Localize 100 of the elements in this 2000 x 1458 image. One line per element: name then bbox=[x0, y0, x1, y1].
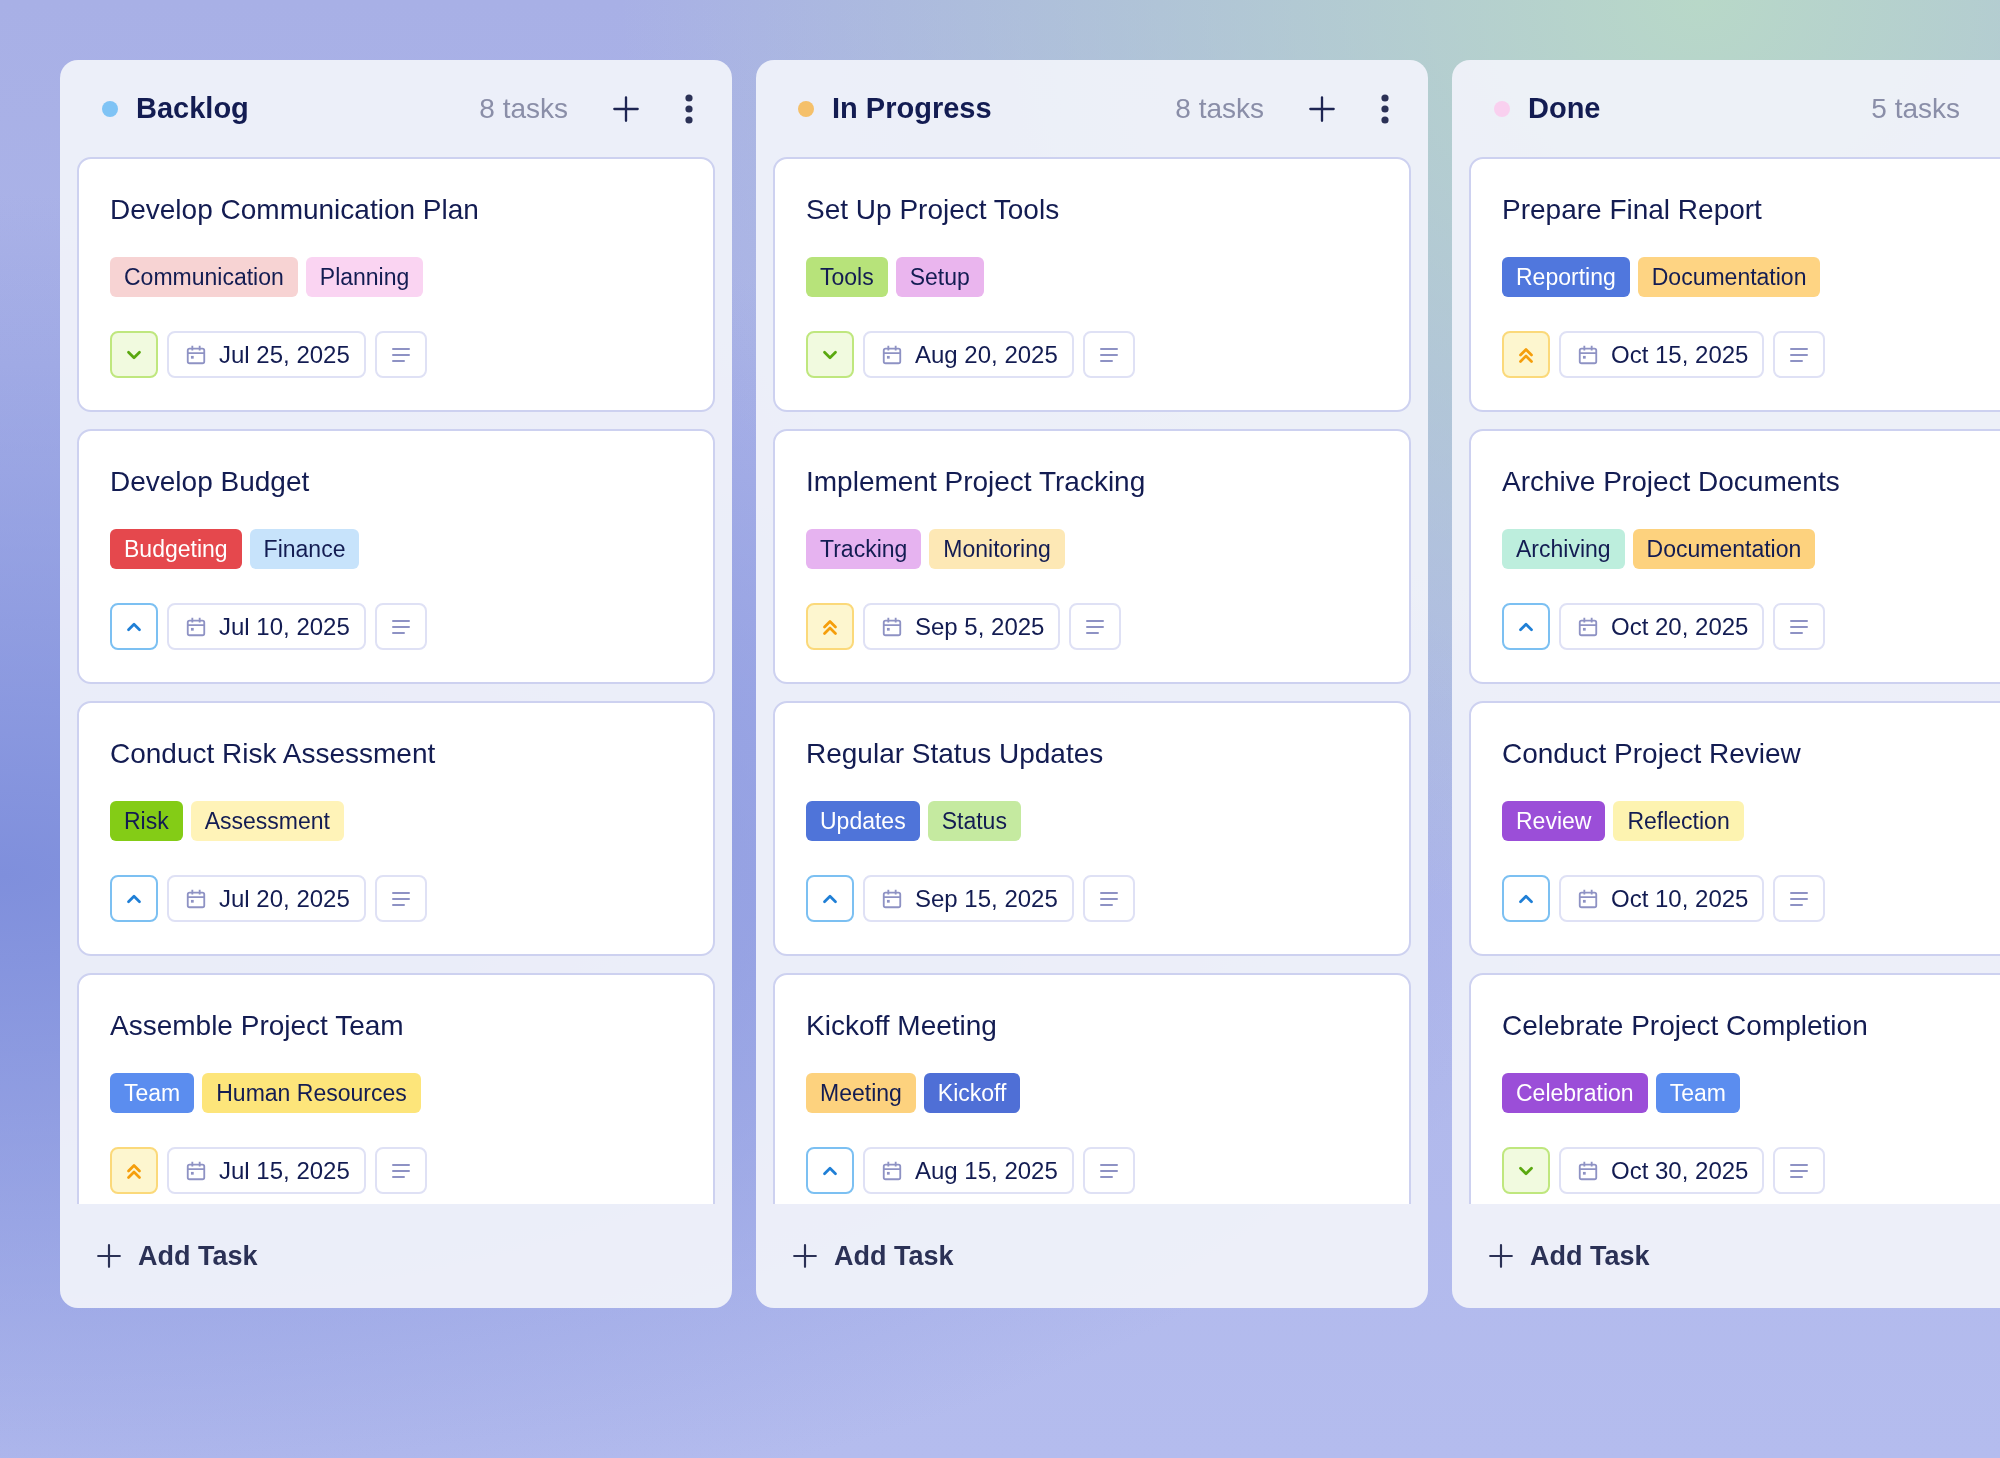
task-title: Archive Project Documents bbox=[1502, 465, 1841, 499]
due-date-button[interactable]: Aug 20, 2025 bbox=[863, 331, 1074, 378]
text-lines-icon bbox=[1098, 890, 1119, 907]
task-card[interactable]: Implement Project Tracking Tracking Monitoring Sep 5, 2025 bbox=[773, 429, 1411, 684]
text-lines-icon bbox=[1098, 346, 1119, 363]
description-button[interactable] bbox=[374, 603, 427, 650]
calendar-icon bbox=[185, 1159, 207, 1182]
task-card[interactable]: Assemble Project Team Team Human Resources Jul 15, 2025 bbox=[77, 973, 715, 1204]
task-card[interactable]: Regular Status Updates Updates Status Sep 15, 2025 bbox=[773, 701, 1411, 956]
priority-button[interactable] bbox=[1502, 331, 1550, 378]
description-button[interactable] bbox=[1773, 875, 1826, 922]
due-date-button[interactable]: Oct 10, 2025 bbox=[1559, 875, 1765, 922]
description-button[interactable] bbox=[374, 331, 427, 378]
task-card[interactable]: Develop Budget Budgeting Finance Jul 10, 2025 bbox=[77, 429, 715, 684]
tag: Reporting bbox=[1502, 257, 1630, 297]
priority-button[interactable] bbox=[806, 1147, 854, 1194]
description-button[interactable] bbox=[1082, 875, 1135, 922]
priority-button[interactable] bbox=[1502, 603, 1550, 650]
due-date-button[interactable]: Aug 15, 2025 bbox=[863, 1147, 1074, 1194]
due-date-button[interactable]: Oct 20, 2025 bbox=[1559, 603, 1765, 650]
tag: Review bbox=[1502, 801, 1606, 841]
description-button[interactable] bbox=[374, 1147, 427, 1194]
priority-button[interactable] bbox=[806, 331, 854, 378]
text-lines-icon bbox=[1789, 890, 1810, 907]
task-card[interactable]: Archive Project Documents Archiving Documentation Oct 20, 2025 bbox=[1469, 429, 2000, 684]
tag: Team bbox=[110, 1073, 195, 1113]
priority-button[interactable] bbox=[110, 875, 158, 922]
text-lines-icon bbox=[390, 890, 411, 907]
due-date-button[interactable]: Sep 15, 2025 bbox=[863, 875, 1074, 922]
priority-button[interactable] bbox=[806, 603, 854, 650]
more-icon bbox=[1380, 93, 1390, 124]
task-card[interactable]: Kickoff Meeting Meeting Kickoff Aug 15, 2025 bbox=[773, 973, 1411, 1204]
tag: Team bbox=[1655, 1073, 1740, 1113]
task-card[interactable]: Develop Communication Plan Communication Planning Jul 25, 2025 bbox=[77, 157, 715, 412]
description-button[interactable] bbox=[1082, 1147, 1135, 1194]
tag: Reflection bbox=[1613, 801, 1744, 841]
text-lines-icon bbox=[1098, 1162, 1119, 1179]
task-count: 5 tasks bbox=[1871, 92, 1960, 125]
due-date-button[interactable]: Jul 10, 2025 bbox=[167, 603, 366, 650]
task-title: Conduct Risk Assessment bbox=[110, 737, 437, 771]
task-card[interactable]: Conduct Project Review Review Reflection Oct 10, 2025 bbox=[1469, 701, 2000, 956]
description-button[interactable] bbox=[374, 875, 427, 922]
priority-button[interactable] bbox=[1502, 1147, 1550, 1194]
task-count: 8 tasks bbox=[1175, 92, 1264, 125]
due-date-button[interactable]: Jul 25, 2025 bbox=[167, 331, 366, 378]
task-title: Prepare Final Report bbox=[1502, 193, 1763, 227]
calendar-icon bbox=[881, 343, 903, 366]
tag: Tracking bbox=[806, 529, 922, 569]
task-title: Regular Status Updates bbox=[806, 737, 1105, 771]
text-lines-icon bbox=[1085, 618, 1106, 635]
task-card[interactable]: Celebrate Project Completion Celebration Team Oct 30, 2025 bbox=[1469, 973, 2000, 1204]
priority-button[interactable] bbox=[1502, 875, 1550, 922]
text-lines-icon bbox=[390, 1162, 411, 1179]
due-date-button[interactable]: Sep 5, 2025 bbox=[863, 603, 1061, 650]
task-title: Kickoff Meeting bbox=[806, 1009, 998, 1043]
calendar-icon bbox=[881, 615, 903, 638]
tag: Tools bbox=[806, 257, 888, 297]
tag: Celebration bbox=[1502, 1073, 1648, 1113]
tag: Monitoring bbox=[929, 529, 1065, 569]
add-task-button[interactable]: Add Task bbox=[1488, 1240, 1650, 1272]
calendar-icon bbox=[185, 343, 207, 366]
task-card[interactable]: Prepare Final Report Reporting Documentation Oct 15, 2025 bbox=[1469, 157, 2000, 412]
description-button[interactable] bbox=[1069, 603, 1122, 650]
column-title: Backlog bbox=[136, 92, 250, 125]
calendar-icon bbox=[1577, 615, 1599, 638]
plus-icon bbox=[792, 1243, 818, 1269]
task-count: 8 tasks bbox=[479, 92, 568, 125]
tag: Updates bbox=[806, 801, 920, 841]
task-card[interactable]: Set Up Project Tools Tools Setup Aug 20, 2025 bbox=[773, 157, 1411, 412]
tag: Finance bbox=[249, 529, 360, 569]
tag: Meeting bbox=[806, 1073, 916, 1113]
text-lines-icon bbox=[1789, 1162, 1810, 1179]
plus-icon bbox=[1308, 94, 1336, 123]
description-button[interactable] bbox=[1773, 1147, 1826, 1194]
due-date-button[interactable]: Oct 30, 2025 bbox=[1559, 1147, 1765, 1194]
tag: Archiving bbox=[1502, 529, 1625, 569]
due-date-button[interactable]: Jul 15, 2025 bbox=[167, 1147, 366, 1194]
calendar-icon bbox=[1577, 343, 1599, 366]
add-task-button[interactable]: Add Task bbox=[792, 1240, 954, 1272]
description-button[interactable] bbox=[1773, 603, 1826, 650]
calendar-icon bbox=[185, 887, 207, 910]
priority-button[interactable] bbox=[110, 331, 158, 378]
description-button[interactable] bbox=[1082, 331, 1135, 378]
due-date-button[interactable]: Oct 15, 2025 bbox=[1559, 331, 1765, 378]
priority-button[interactable] bbox=[110, 603, 158, 650]
priority-button[interactable] bbox=[110, 1147, 158, 1194]
text-lines-icon bbox=[1789, 346, 1810, 363]
description-button[interactable] bbox=[1773, 331, 1826, 378]
priority-button[interactable] bbox=[806, 875, 854, 922]
more-icon bbox=[684, 93, 694, 124]
tag: Planning bbox=[305, 257, 424, 297]
task-title: Assemble Project Team bbox=[110, 1009, 405, 1043]
task-title: Implement Project Tracking bbox=[806, 465, 1147, 499]
tag: Documentation bbox=[1637, 257, 1821, 297]
task-card[interactable]: Conduct Risk Assessment Risk Assessment Jul 20, 2025 bbox=[77, 701, 715, 956]
add-task-button[interactable]: Add Task bbox=[96, 1240, 258, 1272]
task-title: Conduct Project Review bbox=[1502, 737, 1802, 771]
due-date-button[interactable]: Jul 20, 2025 bbox=[167, 875, 366, 922]
task-title: Develop Budget bbox=[110, 465, 311, 499]
text-lines-icon bbox=[1789, 618, 1810, 635]
